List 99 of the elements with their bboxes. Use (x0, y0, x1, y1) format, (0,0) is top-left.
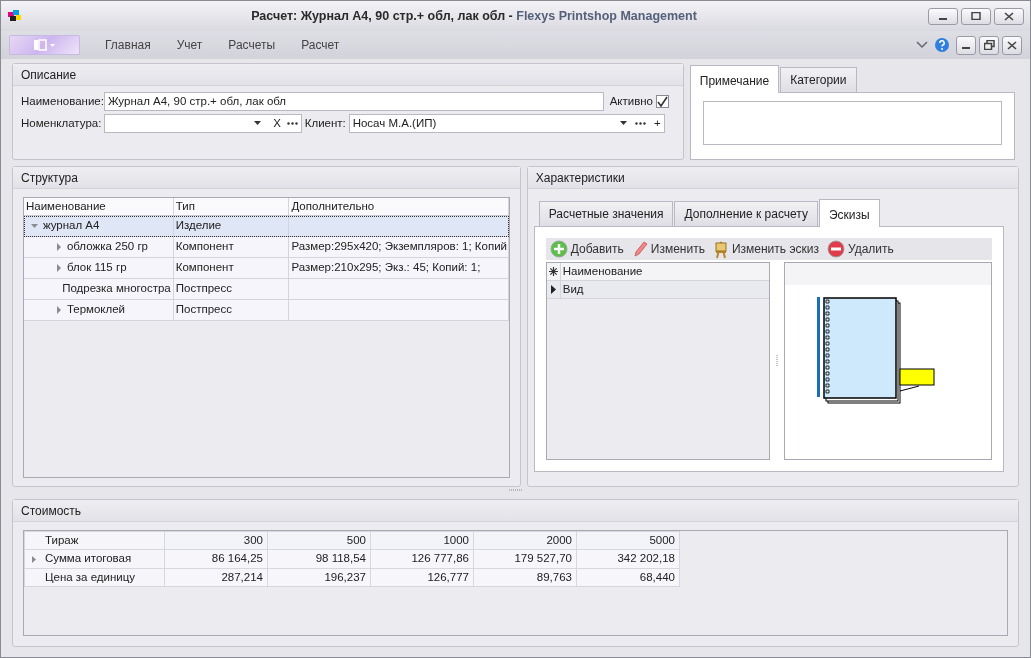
tree-row[interactable]: обложка 250 гр Компонент Размер:295x420; Экземпляров: 1; Копий: (24, 237, 509, 258)
menu-item[interactable]: Расчет (288, 36, 353, 54)
tab[interactable]: Эскизы (818, 199, 880, 227)
tree-node-label: обложка 250 гр (66, 239, 148, 255)
maximize-button[interactable] (961, 7, 991, 25)
table-cell: 2000 (546, 534, 572, 546)
panel-header: Характеристики (527, 167, 1018, 189)
expander-icon[interactable] (30, 221, 40, 231)
table-cell-text: Постпресс (175, 281, 232, 297)
toolbar-button[interactable]: Добавить (545, 240, 628, 258)
tab[interactable]: Категории (780, 67, 857, 92)
table-cell: 126 777,86 (411, 552, 469, 565)
notes-field[interactable] (702, 101, 1002, 145)
menu-item[interactable]: Расчеты (215, 36, 289, 54)
expander-icon[interactable] (29, 554, 39, 564)
tree-node-label: Термоклей (66, 302, 126, 318)
tree-node-label: Подрезка многостра (62, 281, 171, 297)
dropdown-icon[interactable] (254, 121, 262, 126)
add-button[interactable]: + (653, 114, 661, 132)
column-header[interactable]: Дополнительно (289, 198, 509, 215)
table-cell-text: Размер:295x420; Экземпляров: 1; Копий: (291, 239, 508, 255)
tree-row[interactable]: Термоклей Постпресс (24, 300, 509, 321)
table-cell: 5000 (649, 534, 675, 546)
row-pointer-icon (550, 285, 556, 294)
nomenclature-combo[interactable]: X (103, 113, 302, 133)
tree-row[interactable]: Подрезка многостра Постпресс (24, 279, 509, 300)
field-label: Клиент: (304, 115, 346, 131)
table-cell: 86 164,25 (211, 552, 263, 565)
tree-node-label: журнал А4 (42, 218, 100, 234)
column-header[interactable]: Тип (173, 198, 290, 215)
app-menu-icon (31, 39, 58, 51)
table-cell: 98 118,54 (315, 552, 366, 565)
more-icon[interactable] (286, 121, 298, 125)
table-cell: 89,763 (536, 570, 572, 583)
minus-circle-icon (827, 240, 845, 258)
toolbar-button[interactable]: Изменить эскиз (708, 239, 823, 259)
tree-row[interactable]: журнал А4 Изделие (24, 216, 509, 237)
menu-item[interactable]: Учет (163, 36, 216, 54)
field-label: Наименование: (21, 93, 101, 109)
restore-button[interactable] (979, 35, 999, 55)
toolbar-button[interactable]: Удалить (823, 240, 898, 258)
panel-header: Структура (13, 167, 520, 189)
panel-header: Стоимость (13, 500, 1018, 522)
minimize-button[interactable] (928, 7, 958, 25)
table-cell: 196,237 (324, 570, 366, 583)
app-logo-icon (7, 9, 23, 23)
row-label: Цена за единицу (45, 570, 136, 583)
clear-button[interactable]: X (273, 114, 281, 132)
menu-item[interactable]: Главная (92, 36, 164, 54)
tab[interactable]: Примечание (689, 65, 780, 93)
help-icon[interactable] (934, 37, 951, 53)
expander-icon[interactable] (54, 305, 64, 315)
plus-circle-icon (549, 240, 568, 258)
table-cell: 126,777 (427, 570, 469, 583)
table-cell: 500 (346, 534, 366, 546)
name-field[interactable]: Журнал А4, 90 стр.+ обл, лак обл (103, 92, 604, 111)
table-cell-text: Компонент (175, 239, 234, 255)
table-cell: 287,214 (221, 570, 263, 583)
expander-icon[interactable] (54, 242, 64, 252)
close-icon (1007, 40, 1017, 50)
easel-icon (712, 239, 729, 259)
column-header[interactable]: Наименование (24, 198, 174, 215)
splitter-grip-icon[interactable] (775, 355, 778, 367)
close-button[interactable] (994, 7, 1024, 25)
toolbar-button[interactable]: Изменить (627, 240, 709, 258)
table-cell: 1000 (443, 534, 469, 546)
table-cell-text: Вид (562, 281, 584, 297)
panel-header: Описание (13, 64, 683, 86)
expander-icon[interactable] (54, 263, 64, 273)
table-cell-text: Постпресс (175, 302, 232, 318)
asterisk-icon (548, 267, 558, 276)
tab[interactable]: Расчетные значения (538, 201, 674, 226)
tree-row[interactable]: блок 115 гр Компонент Размер:210x295; Экз.: 45; Копий: 1; (24, 258, 509, 279)
tree-node-label: блок 115 гр (66, 260, 127, 276)
close-button[interactable] (1002, 35, 1022, 55)
maximize-icon (971, 12, 981, 20)
restore-icon (983, 40, 995, 50)
client-combo[interactable]: Носач М.А.(ИП) + (348, 113, 665, 133)
pencil-icon (631, 240, 648, 258)
table-cell: 68,440 (639, 570, 675, 583)
close-icon (1004, 11, 1014, 21)
row-label: Тираж (45, 534, 79, 546)
table-cell: 342 202,18 (617, 552, 675, 565)
tab[interactable]: Дополнение к расчету (674, 201, 818, 226)
minimize-button[interactable] (956, 35, 976, 55)
window-title: Расчет: Журнал А4, 90 стр.+ обл, лак обл - Flexys Printshop Management (250, 7, 698, 25)
table-cell-text: Изделие (175, 218, 222, 234)
row-label: Сумма итоговая (45, 552, 132, 565)
table-cell-text: Размер:210x295; Экз.: 45; Копий: 1; (291, 260, 481, 276)
table-cell: 300 (243, 534, 263, 546)
client-value: Носач М.А.(ИП) (352, 115, 438, 131)
dropdown-icon[interactable] (619, 121, 627, 126)
table-cell: 179 527,70 (514, 552, 572, 565)
field-label: Активно (609, 93, 653, 109)
table-cell-text: Компонент (175, 260, 234, 276)
chevron-down-icon[interactable] (916, 41, 929, 49)
more-icon[interactable] (634, 121, 646, 125)
field-label: Номенклатура: (21, 115, 101, 131)
active-checkbox[interactable] (655, 95, 669, 108)
